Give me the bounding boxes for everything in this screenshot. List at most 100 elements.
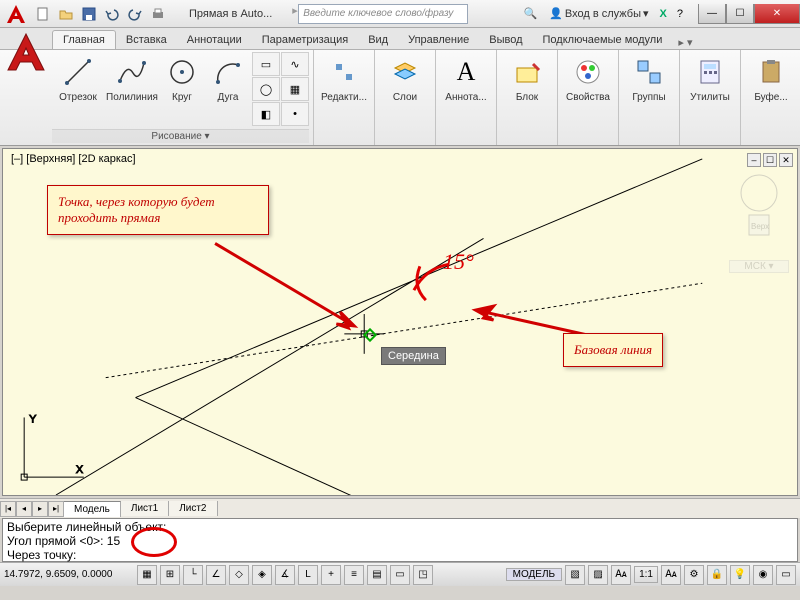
layers-button[interactable]: Слои bbox=[379, 52, 431, 103]
qat-new-icon[interactable] bbox=[32, 3, 54, 25]
tab-overflow-icon[interactable]: ▸ ▾ bbox=[672, 36, 698, 49]
layout-tabs: |◂ ◂ ▸ ▸| Модель Лист1 Лист2 bbox=[0, 498, 800, 518]
annovis-icon[interactable]: 🗛 bbox=[661, 565, 681, 585]
properties-button[interactable]: Свойства bbox=[562, 52, 614, 103]
ucs-dropdown[interactable]: МСК ▾ bbox=[729, 260, 789, 273]
close-button[interactable]: ✕ bbox=[754, 4, 800, 24]
hardware-accel-icon[interactable]: 💡 bbox=[730, 565, 750, 585]
quick-access-toolbar bbox=[32, 3, 169, 25]
qat-undo-icon[interactable] bbox=[101, 3, 123, 25]
app-menu-icon[interactable] bbox=[4, 2, 28, 26]
groups-icon bbox=[633, 56, 665, 88]
ortho-toggle-icon[interactable]: └ bbox=[183, 565, 203, 585]
hatch-icon[interactable]: ▦ bbox=[281, 77, 309, 101]
3dosnap-toggle-icon[interactable]: ◈ bbox=[252, 565, 272, 585]
snap-tooltip: Середина bbox=[381, 347, 446, 365]
arc-button[interactable]: Дуга bbox=[206, 52, 250, 103]
modify-button[interactable]: Редакти... bbox=[318, 52, 370, 103]
toolbar-lock-icon[interactable]: 🔒 bbox=[707, 565, 727, 585]
draw-small-buttons: ▭ ∿ ◯ ▦ ◧ • bbox=[252, 52, 309, 126]
vp-close-icon[interactable]: ✕ bbox=[779, 153, 793, 167]
region-icon[interactable]: ◧ bbox=[252, 102, 280, 126]
tab-annotate[interactable]: Аннотации bbox=[177, 31, 252, 49]
polyline-icon bbox=[116, 56, 148, 88]
tab-home[interactable]: Главная bbox=[52, 30, 116, 49]
model-paper-toggle[interactable]: МОДЕЛЬ bbox=[506, 568, 562, 581]
lwt-toggle-icon[interactable]: ≡ bbox=[344, 565, 364, 585]
qat-open-icon[interactable] bbox=[55, 3, 77, 25]
qat-save-icon[interactable] bbox=[78, 3, 100, 25]
circle-button[interactable]: Круг bbox=[160, 52, 204, 103]
cmd-line-1: Выберите линейный объект: bbox=[7, 520, 793, 534]
point-icon[interactable]: • bbox=[281, 102, 309, 126]
osnap-toggle-icon[interactable]: ◇ bbox=[229, 565, 249, 585]
svg-text:X: X bbox=[76, 464, 84, 476]
qat-print-icon[interactable] bbox=[147, 3, 169, 25]
exchange-icon[interactable]: X bbox=[657, 8, 670, 20]
block-button[interactable]: Блок bbox=[501, 52, 553, 103]
clipboard-icon bbox=[755, 56, 787, 88]
tab-model[interactable]: Модель bbox=[64, 501, 121, 517]
tab-view[interactable]: Вид bbox=[358, 31, 398, 49]
annoscale-icon[interactable]: 🗛 bbox=[611, 565, 631, 585]
rect-icon[interactable]: ▭ bbox=[252, 52, 280, 76]
qp-toggle-icon[interactable]: ▭ bbox=[390, 565, 410, 585]
login-button[interactable]: 👤 Вход в службы ▾ bbox=[545, 7, 652, 20]
clipboard-button[interactable]: Буфе... bbox=[745, 52, 797, 103]
drawing-area[interactable]: Y X Середина bbox=[2, 148, 798, 496]
minimize-button[interactable]: — bbox=[698, 4, 726, 24]
sc-toggle-icon[interactable]: ◳ bbox=[413, 565, 433, 585]
utilities-button[interactable]: Утилиты bbox=[684, 52, 736, 103]
viewport-label[interactable]: [–] [Верхняя] [2D каркас] bbox=[11, 153, 136, 165]
command-line[interactable]: Выберите линейный объект: Угол прямой <0… bbox=[2, 518, 798, 562]
tab-output[interactable]: Вывод bbox=[479, 31, 532, 49]
qview-dwg-icon[interactable]: ▨ bbox=[588, 565, 608, 585]
scale-readout[interactable]: 1:1 bbox=[634, 566, 658, 583]
text-icon: A bbox=[450, 56, 482, 88]
vp-restore-icon[interactable]: ☐ bbox=[763, 153, 777, 167]
tpy-toggle-icon[interactable]: ▤ bbox=[367, 565, 387, 585]
status-bar: 14.7972, 9.6509, 0.0000 ▦ ⊞ └ ∠ ◇ ◈ ∡ L … bbox=[0, 562, 800, 586]
annotation-button[interactable]: AАннота... bbox=[440, 52, 492, 103]
polyline-button[interactable]: Полилиния bbox=[106, 52, 158, 103]
cmd-line-3: Через точку: bbox=[7, 548, 793, 562]
svg-text:Y: Y bbox=[29, 413, 37, 425]
tab-prev-icon[interactable]: ◂ bbox=[16, 501, 32, 517]
viewcube[interactable]: Верх МСК ▾ bbox=[729, 173, 789, 253]
isolate-icon[interactable]: ◉ bbox=[753, 565, 773, 585]
snap-toggle-icon[interactable]: ▦ bbox=[137, 565, 157, 585]
tab-next-icon[interactable]: ▸ bbox=[32, 501, 48, 517]
groups-button[interactable]: Группы bbox=[623, 52, 675, 103]
panel-title-draw[interactable]: Рисование ▾ bbox=[52, 129, 309, 143]
spline-icon[interactable]: ∿ bbox=[281, 52, 309, 76]
help-icon[interactable]: ? bbox=[674, 8, 686, 20]
clean-screen-icon[interactable]: ▭ bbox=[776, 565, 796, 585]
otrack-toggle-icon[interactable]: ∡ bbox=[275, 565, 295, 585]
qat-redo-icon[interactable] bbox=[124, 3, 146, 25]
ellipse-icon[interactable]: ◯ bbox=[252, 77, 280, 101]
ribbon-tabs: Главная Вставка Аннотации Параметризация… bbox=[0, 28, 800, 50]
grid-toggle-icon[interactable]: ⊞ bbox=[160, 565, 180, 585]
tab-manage[interactable]: Управление bbox=[398, 31, 479, 49]
maximize-button[interactable]: ☐ bbox=[726, 4, 754, 24]
tab-sheet1[interactable]: Лист1 bbox=[121, 501, 169, 516]
line-button[interactable]: Отрезок bbox=[52, 52, 104, 103]
tab-first-icon[interactable]: |◂ bbox=[0, 501, 16, 517]
ws-switch-icon[interactable]: ⚙ bbox=[684, 565, 704, 585]
tab-insert[interactable]: Вставка bbox=[116, 31, 177, 49]
viewport-controls: – ☐ ✕ bbox=[747, 153, 793, 167]
coords-readout[interactable]: 14.7972, 9.6509, 0.0000 bbox=[4, 569, 134, 580]
app-logo-icon[interactable] bbox=[4, 30, 48, 74]
search-icon[interactable]: 🔍 bbox=[520, 7, 542, 20]
polar-toggle-icon[interactable]: ∠ bbox=[206, 565, 226, 585]
search-input[interactable]: Введите ключевое слово/фразу bbox=[298, 4, 468, 24]
tab-last-icon[interactable]: ▸| bbox=[48, 501, 64, 517]
ribbon: Отрезок Полилиния Круг Дуга ▭ ∿ ◯ ▦ ◧ • bbox=[0, 50, 800, 146]
tab-sheet2[interactable]: Лист2 bbox=[169, 501, 217, 516]
tab-plugins[interactable]: Подключаемые модули bbox=[533, 31, 673, 49]
vp-minimize-icon[interactable]: – bbox=[747, 153, 761, 167]
dyn-toggle-icon[interactable]: + bbox=[321, 565, 341, 585]
qview-layout-icon[interactable]: ▧ bbox=[565, 565, 585, 585]
tab-parametric[interactable]: Параметризация bbox=[252, 31, 358, 49]
ducs-toggle-icon[interactable]: L bbox=[298, 565, 318, 585]
